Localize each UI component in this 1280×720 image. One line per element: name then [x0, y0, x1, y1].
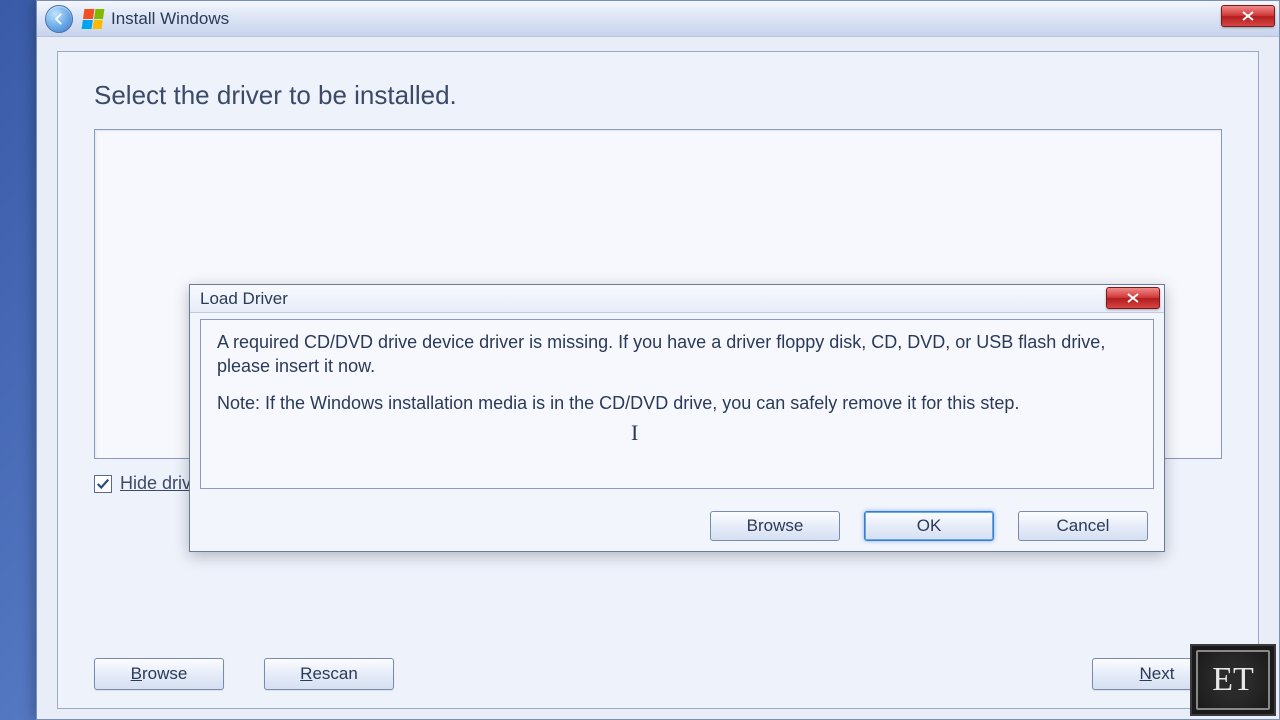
text-cursor-icon: I [631, 418, 638, 448]
bottom-button-row: Browse Rescan Next [94, 658, 1222, 690]
window-title: Install Windows [111, 9, 229, 29]
dialog-titlebar: Load Driver [190, 285, 1164, 313]
install-windows-window: Install Windows Select the driver to be … [36, 0, 1280, 720]
page-heading: Select the driver to be installed. [58, 52, 1258, 129]
close-icon [1126, 293, 1140, 303]
dialog-message-area: A required CD/DVD drive device driver is… [200, 319, 1154, 489]
arrow-left-icon [52, 12, 66, 26]
dialog-browse-button[interactable]: Browse [710, 511, 840, 541]
dialog-cancel-button[interactable]: Cancel [1018, 511, 1148, 541]
rescan-button[interactable]: Rescan [264, 658, 394, 690]
close-icon [1241, 11, 1255, 21]
dialog-button-row: Browse OK Cancel [710, 511, 1148, 541]
browse-button[interactable]: Browse [94, 658, 224, 690]
checkmark-icon [96, 477, 110, 491]
dialog-ok-button[interactable]: OK [864, 511, 994, 541]
dialog-message-2: Note: If the Windows installation media … [217, 391, 1137, 415]
hide-incompatible-checkbox[interactable] [94, 475, 112, 493]
load-driver-dialog: Load Driver A required CD/DVD drive devi… [189, 284, 1165, 552]
dialog-message-1: A required CD/DVD drive device driver is… [217, 330, 1137, 379]
windows-logo-icon [82, 9, 105, 29]
dialog-close-button[interactable] [1106, 287, 1160, 309]
back-button[interactable] [45, 5, 73, 33]
et-watermark: ET [1190, 644, 1276, 716]
window-close-button[interactable] [1221, 5, 1275, 27]
titlebar: Install Windows [37, 1, 1279, 37]
dialog-title: Load Driver [200, 289, 288, 309]
